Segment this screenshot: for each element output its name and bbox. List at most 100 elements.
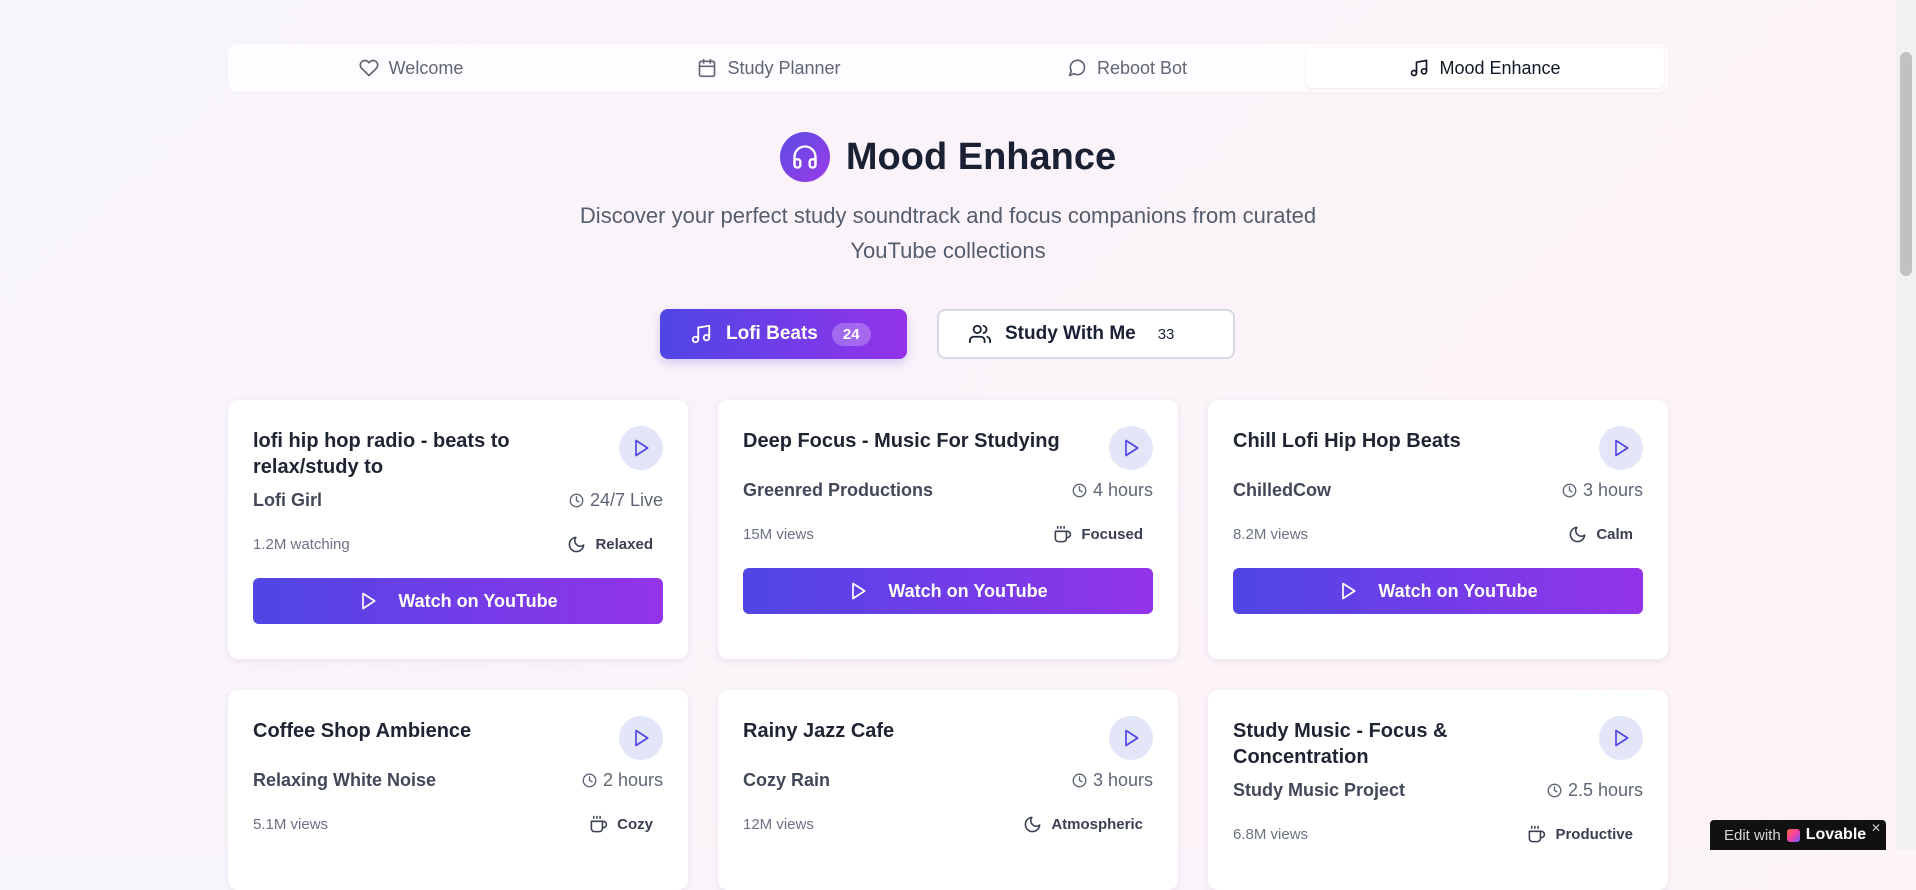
mood-text: Productive <box>1555 826 1633 843</box>
video-card: Deep Focus - Music For Studying Greenred… <box>718 400 1178 659</box>
duration: 4 hours <box>1072 480 1153 501</box>
badge-brand-text: Lovable <box>1805 826 1867 843</box>
users-icon <box>969 323 991 345</box>
category-label: Lofi Beats <box>726 323 818 344</box>
page-subtitle: Discover your perfect study soundtrack a… <box>579 203 1317 263</box>
edit-with-lovable-badge[interactable]: Edit with Lovable ✕ <box>1710 820 1886 850</box>
clock-icon <box>582 773 597 788</box>
view-stats: 12M views <box>743 816 814 833</box>
video-card: Coffee Shop Ambience Relaxing White Nois… <box>228 690 688 890</box>
play-button[interactable] <box>1599 716 1643 760</box>
video-title: Chill Lofi Hip Hop Beats <box>1233 430 1461 452</box>
play-icon <box>1121 728 1141 748</box>
tab-label: Welcome <box>388 57 464 78</box>
moon-icon <box>567 535 586 554</box>
lovable-logo-icon <box>1786 828 1800 842</box>
channel-name: Greenred Productions <box>743 480 934 500</box>
watch-on-youtube-button[interactable]: Watch on YouTube <box>743 568 1153 614</box>
channel-name: Study Music Project <box>1233 780 1406 800</box>
play-button[interactable] <box>619 426 663 470</box>
view-stats: 5.1M views <box>253 816 329 833</box>
scrollbar-thumb[interactable] <box>1900 52 1912 276</box>
category-label: Study With Me <box>1005 323 1136 344</box>
video-title: Rainy Jazz Cafe <box>743 720 895 742</box>
video-card: Study Music - Focus & Concentration Stud… <box>1208 690 1668 890</box>
category-toggle: Lofi Beats 24 Study With Me 33 <box>660 309 1235 359</box>
main-tabs: Welcome Study Planner Reboot Bot Mood En… <box>228 44 1668 92</box>
chat-bubble-icon <box>1067 58 1087 78</box>
tab-reboot-bot[interactable]: Reboot Bot <box>948 48 1306 88</box>
video-card: Rainy Jazz Cafe Cozy Rain 3 hours 12M vi… <box>718 690 1178 890</box>
clock-icon <box>569 493 584 508</box>
mood-text: Atmospheric <box>1051 816 1143 833</box>
duration-text: 4 hours <box>1092 480 1153 500</box>
music-note-icon <box>690 323 712 345</box>
button-label: Watch on YouTube <box>398 590 558 611</box>
play-icon <box>1611 438 1631 458</box>
button-label: Watch on YouTube <box>888 580 1048 601</box>
badge-edit-text: Edit with <box>1724 826 1781 844</box>
tab-label: Study Planner <box>727 57 841 78</box>
coffee-icon <box>1527 825 1546 844</box>
channel-name: Lofi Girl <box>253 490 322 510</box>
duration: 2.5 hours <box>1547 780 1643 801</box>
moon-icon <box>1023 815 1042 834</box>
watch-on-youtube-button[interactable]: Watch on YouTube <box>253 578 663 624</box>
duration: 2 hours <box>582 770 663 791</box>
duration: 3 hours <box>1072 770 1153 791</box>
category-count-badge: 24 <box>831 322 871 346</box>
category-count-badge: 33 <box>1157 325 1175 343</box>
video-title: Coffee Shop Ambience <box>253 720 472 742</box>
tab-label: Reboot Bot <box>1096 57 1188 78</box>
video-card: lofi hip hop radio - beats to relax/stud… <box>228 400 688 659</box>
play-button[interactable] <box>1599 426 1643 470</box>
mood-text: Calm <box>1596 526 1633 543</box>
play-button[interactable] <box>619 716 663 760</box>
duration-text: 3 hours <box>1582 480 1643 500</box>
mood-text: Focused <box>1081 526 1143 543</box>
play-icon <box>631 728 651 748</box>
play-button[interactable] <box>1109 716 1153 760</box>
tab-welcome[interactable]: Welcome <box>232 48 590 88</box>
headphones-icon <box>779 132 830 182</box>
play-icon <box>358 591 378 611</box>
duration-text: 2 hours <box>602 770 663 790</box>
calendar-icon <box>697 58 717 78</box>
play-button[interactable] <box>1109 426 1153 470</box>
duration-text: 3 hours <box>1092 770 1153 790</box>
mood-tag: Atmospheric <box>1023 815 1153 834</box>
clock-icon <box>1562 483 1577 498</box>
channel-name: ChilledCow <box>1233 480 1331 500</box>
play-icon <box>1121 438 1141 458</box>
mood-tag: Calm <box>1568 525 1643 544</box>
tab-mood-enhance[interactable]: Mood Enhance <box>1306 48 1664 88</box>
view-stats: 8.2M views <box>1233 526 1309 543</box>
video-title: Study Music - Focus & Concentration <box>1233 720 1448 768</box>
close-icon[interactable]: ✕ <box>1871 821 1881 835</box>
page-scrollbar[interactable] <box>1896 0 1916 850</box>
mood-text: Relaxed <box>595 536 653 553</box>
clock-icon <box>1072 773 1087 788</box>
play-icon <box>1338 581 1358 601</box>
lofi-beats-button[interactable]: Lofi Beats 24 <box>660 309 907 359</box>
duration-text: 24/7 Live <box>589 490 663 510</box>
duration-text: 2.5 hours <box>1567 780 1643 800</box>
watch-on-youtube-button[interactable]: Watch on YouTube <box>1233 568 1643 614</box>
clock-icon <box>1547 783 1562 798</box>
page-header: Mood Enhance Discover your perfect study… <box>0 132 1896 268</box>
play-icon <box>631 438 651 458</box>
tab-study-planner[interactable]: Study Planner <box>590 48 948 88</box>
moon-icon <box>1568 525 1587 544</box>
view-stats: 1.2M watching <box>253 536 350 553</box>
play-icon <box>848 581 868 601</box>
heart-icon <box>359 58 379 78</box>
coffee-icon <box>589 815 608 834</box>
mood-text: Cozy <box>617 816 653 833</box>
study-with-me-button[interactable]: Study With Me 33 <box>937 309 1235 359</box>
duration: 24/7 Live <box>569 490 663 511</box>
mood-tag: Productive <box>1527 825 1643 844</box>
mood-enhance-page: Welcome Study Planner Reboot Bot Mood En… <box>0 0 1896 890</box>
view-stats: 6.8M views <box>1233 826 1309 843</box>
video-card: Chill Lofi Hip Hop Beats ChilledCow 3 ho… <box>1208 400 1668 659</box>
mood-tag: Focused <box>1053 525 1153 544</box>
